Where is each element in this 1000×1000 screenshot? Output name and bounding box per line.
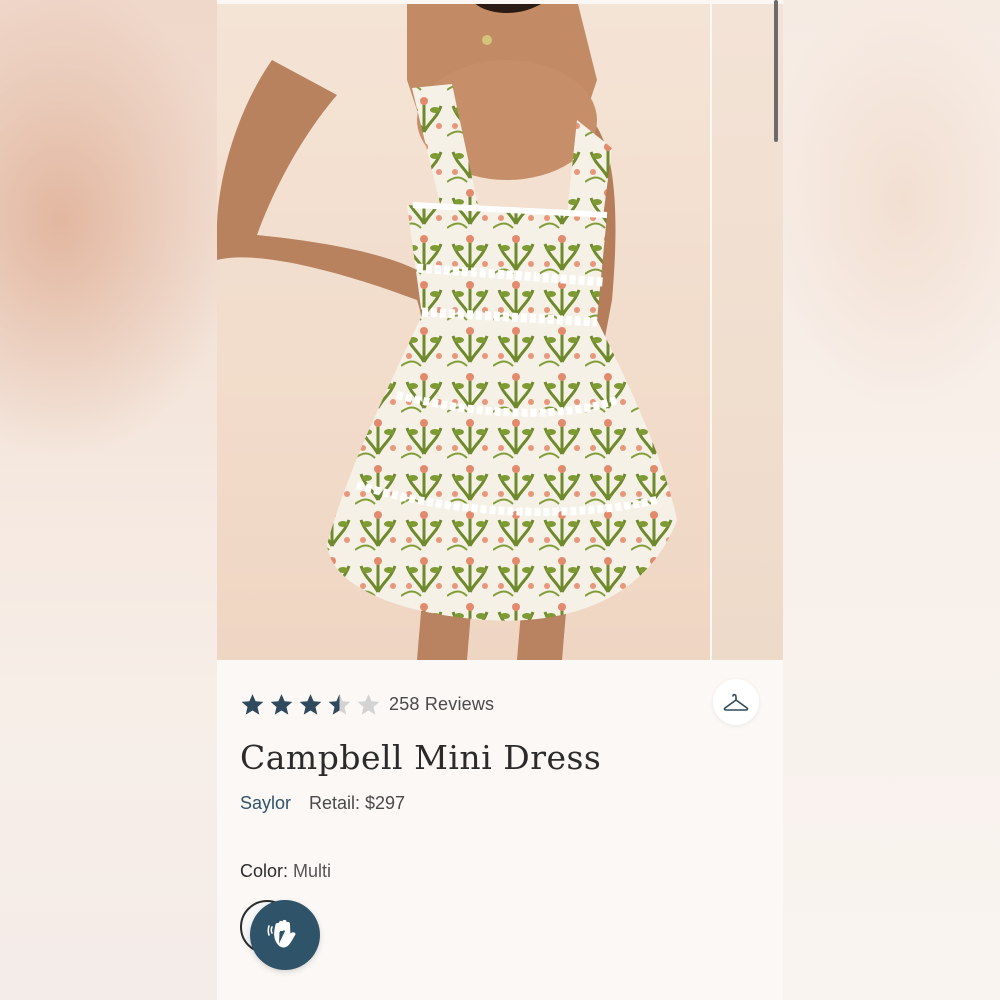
wave-hand-icon bbox=[267, 919, 296, 948]
star-icon bbox=[299, 694, 322, 715]
closet-button[interactable] bbox=[713, 679, 759, 725]
next-image-peek[interactable] bbox=[710, 0, 783, 660]
color-value: Multi bbox=[293, 861, 332, 881]
star-icon bbox=[270, 694, 293, 715]
background-blur-right bbox=[783, 0, 1000, 1000]
product-info-panel: 258 Reviews Campbell Mini Dress Saylor R… bbox=[217, 660, 783, 1000]
reviews-link[interactable]: 258 Reviews bbox=[389, 692, 494, 717]
background-blur-left bbox=[0, 0, 217, 1000]
star-empty-icon bbox=[357, 694, 380, 715]
star-icon bbox=[241, 694, 264, 715]
product-title: Campbell Mini Dress bbox=[240, 738, 602, 777]
color-label: Color: bbox=[240, 861, 289, 881]
product-image[interactable] bbox=[217, 0, 783, 660]
color-selector-label: Color: Multi bbox=[240, 861, 331, 882]
star-half-icon bbox=[328, 694, 351, 715]
brand-link[interactable]: Saylor bbox=[240, 793, 291, 814]
help-chat-button[interactable] bbox=[250, 900, 320, 970]
product-page: 258 Reviews Campbell Mini Dress Saylor R… bbox=[217, 0, 783, 1000]
retail-price: Retail: $297 bbox=[309, 793, 406, 813]
scrollbar[interactable] bbox=[774, 0, 778, 142]
hanger-icon bbox=[723, 693, 749, 711]
rating-stars[interactable] bbox=[240, 692, 381, 717]
model-photo bbox=[217, 0, 677, 660]
